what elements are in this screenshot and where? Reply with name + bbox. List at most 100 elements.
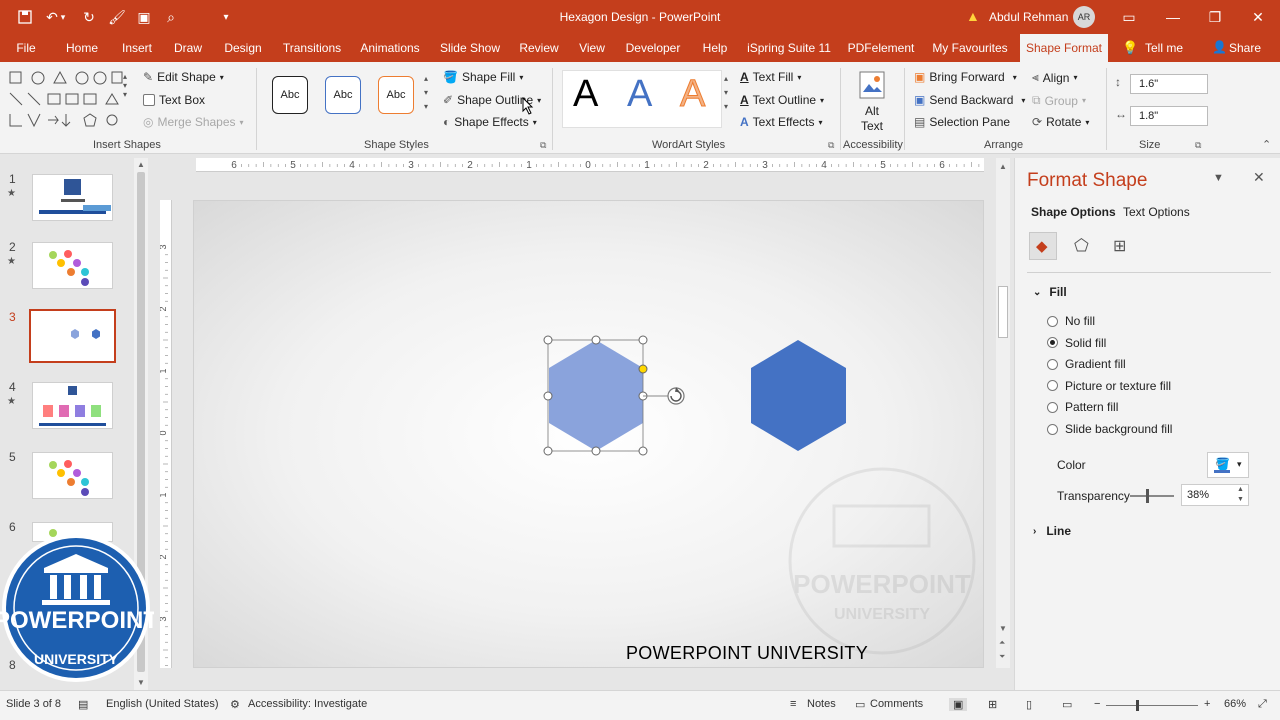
slide-footer-text[interactable]: POWERPOINT UNIVERSITY	[626, 643, 868, 664]
zoom-slider[interactable]	[1106, 700, 1198, 711]
notes-button[interactable]: Notes	[807, 698, 836, 710]
zoom-in-icon[interactable]: +	[1204, 698, 1210, 710]
fill-option-picture-or-texture-fill[interactable]: Picture or texture fill	[1047, 379, 1171, 393]
close-icon[interactable]: ✕	[1248, 7, 1268, 27]
tab-design[interactable]: Design	[220, 34, 266, 62]
fill-section-header[interactable]: ⌄ Fill	[1033, 285, 1067, 299]
minimize-icon[interactable]: —	[1163, 7, 1183, 27]
tab-view[interactable]: View	[574, 34, 610, 62]
shape-style-1[interactable]: Abc	[272, 76, 308, 114]
radio-button[interactable]	[1047, 401, 1058, 413]
language-indicator[interactable]: English (United States)	[106, 698, 219, 710]
pane-close-icon[interactable]: ✕	[1253, 169, 1265, 186]
tab-transitions[interactable]: Transitions	[280, 34, 344, 62]
radio-button[interactable]	[1047, 337, 1058, 349]
slide-thumbnail-4[interactable]	[32, 382, 113, 429]
edit-shape-button[interactable]: ✎ Edit Shape ▾	[143, 70, 224, 84]
tab-file[interactable]: File	[8, 34, 44, 62]
fill-option-pattern-fill[interactable]: Pattern fill	[1047, 400, 1118, 414]
slide-thumbnail-3[interactable]	[29, 309, 116, 363]
slide-sorter-icon[interactable]: ⊞	[988, 698, 997, 711]
pane-options-icon[interactable]: ▼	[1213, 172, 1224, 184]
accessibility-icon[interactable]: ⚙	[230, 698, 240, 711]
fill-option-gradient-fill[interactable]: Gradient fill	[1047, 357, 1126, 371]
bring-forward-button[interactable]: ▣ Bring Forward ▾	[914, 70, 1017, 84]
group-button[interactable]: ⧉ Group ▾	[1032, 93, 1086, 108]
shape-height-input[interactable]: 1.6"	[1130, 74, 1208, 94]
scroll-up-icon[interactable]: ▲	[137, 160, 145, 169]
shape-effects-button[interactable]: ◐ Shape Effects ▾	[443, 115, 537, 129]
maximize-icon[interactable]: ❐	[1205, 7, 1225, 27]
spelling-icon[interactable]: ▤	[78, 698, 88, 711]
size-launcher-icon[interactable]: ⧉	[1195, 140, 1201, 151]
shape-styles-more-icon[interactable]: ▴ ▾ ▾	[424, 72, 428, 114]
fill-option-slide-background-fill[interactable]: Slide background fill	[1047, 422, 1172, 436]
line-section-header[interactable]: › Line	[1033, 524, 1071, 538]
tab-help[interactable]: Help	[698, 34, 732, 62]
fit-slide-icon[interactable]: ⤢	[1258, 698, 1267, 711]
effects-icon[interactable]: ⬠	[1074, 236, 1089, 256]
radio-button[interactable]	[1047, 358, 1058, 370]
slide-thumbnail-5[interactable]	[32, 452, 113, 499]
tab-slide-show[interactable]: Slide Show	[438, 34, 502, 62]
zoom-level[interactable]: 66%	[1224, 698, 1246, 710]
wordart-style-black[interactable]: A	[573, 72, 598, 116]
slide-thumbnail-2[interactable]	[32, 242, 113, 289]
gallery-scroll-icon[interactable]: ▴ ▾ ▾	[123, 72, 127, 99]
slide-scroll-thumb[interactable]	[998, 286, 1008, 338]
slide-scroll-up-icon[interactable]: ▲	[999, 162, 1007, 171]
tab-home[interactable]: Home	[60, 34, 104, 62]
tab-insert[interactable]: Insert	[117, 34, 157, 62]
zoom-out-icon[interactable]: −	[1094, 698, 1100, 710]
normal-view-icon[interactable]: ▣	[949, 698, 968, 711]
tab-shape-format[interactable]: Shape Format	[1020, 34, 1108, 62]
slide-canvas[interactable]: POWERPOINT UNIVERSITY POWERPOINT UNIVERS…	[193, 200, 984, 668]
hexagon-shape-selected[interactable]	[549, 340, 643, 451]
slideshow-icon[interactable]: ▭	[1062, 698, 1072, 711]
text-outline-button[interactable]: A Text Outline ▾	[740, 93, 824, 107]
wordart-style-orange[interactable]: A	[679, 72, 705, 116]
collapse-ribbon-icon[interactable]: ⌃	[1262, 138, 1271, 151]
text-fill-button[interactable]: A Text Fill ▾	[740, 70, 801, 84]
fill-option-no-fill[interactable]: No fill	[1047, 314, 1095, 328]
radio-button[interactable]	[1047, 380, 1058, 392]
shape-style-3[interactable]: Abc	[378, 76, 414, 114]
text-effects-button[interactable]: A Text Effects ▾	[740, 115, 823, 129]
adjustment-handle[interactable]	[638, 364, 648, 374]
accessibility-status[interactable]: Accessibility: Investigate	[248, 698, 367, 710]
hexagon-shape-dark[interactable]	[751, 340, 846, 451]
slide-scrollbar[interactable]: ▲ ▼ ⏶ ⏷	[996, 158, 1010, 668]
spinner-icon[interactable]: ▲ ▼	[1237, 485, 1244, 505]
tab-shape-options[interactable]: Shape Options	[1031, 205, 1116, 219]
text-box-button[interactable]: Text Box	[143, 93, 205, 107]
send-backward-button[interactable]: ▣ Send Backward ▾	[914, 93, 1025, 107]
shapes-gallery[interactable]	[8, 70, 128, 130]
merge-shapes-button[interactable]: ◎ Merge Shapes ▾	[143, 115, 244, 129]
user-name[interactable]: Abdul Rehman	[989, 10, 1068, 24]
selection-pane-button[interactable]: ▤ Selection Pane	[914, 115, 1010, 129]
tab-review[interactable]: Review	[516, 34, 562, 62]
transparency-slider-thumb[interactable]	[1145, 489, 1149, 503]
comments-button[interactable]: Comments	[870, 698, 923, 710]
slide-scroll-down-icon[interactable]: ▼	[999, 624, 1007, 633]
zoom-slider-thumb[interactable]	[1136, 700, 1139, 711]
reading-view-icon[interactable]: ▯	[1026, 698, 1032, 711]
next-slide-icon[interactable]: ⏷	[999, 652, 1005, 662]
shape-fill-button[interactable]: 🪣 Shape Fill ▾	[443, 70, 523, 84]
shape-width-input[interactable]: 1.8"	[1130, 106, 1208, 126]
slide-thumbnail-1[interactable]	[32, 174, 113, 221]
tab-tell-me[interactable]: Tell me	[1142, 34, 1186, 62]
ribbon-display-icon[interactable]: ▭	[1119, 7, 1139, 27]
fill-line-tab[interactable]: ◆	[1029, 232, 1057, 260]
shape-styles-launcher-icon[interactable]: ⧉	[540, 140, 546, 151]
tab-pdfelement[interactable]: PDFelement	[846, 34, 916, 62]
transparency-input[interactable]: 38% ▲ ▼	[1181, 484, 1249, 506]
size-properties-icon[interactable]: ⊞	[1113, 236, 1126, 256]
previous-slide-icon[interactable]: ⏶	[999, 638, 1005, 648]
notes-icon[interactable]: ≡	[790, 698, 796, 710]
radio-button[interactable]	[1047, 423, 1058, 435]
transparency-slider[interactable]	[1130, 489, 1174, 503]
tab-text-options[interactable]: Text Options	[1123, 205, 1190, 219]
shape-style-2[interactable]: Abc	[325, 76, 361, 114]
align-button[interactable]: ⫷ Align ▾	[1032, 70, 1077, 85]
